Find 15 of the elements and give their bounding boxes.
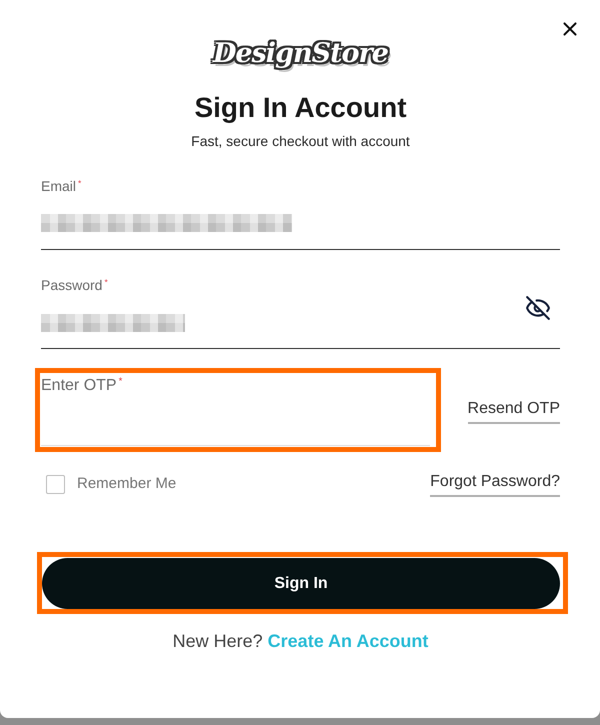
dialog-subtitle: Fast, secure checkout with account	[190, 132, 411, 151]
field-label: Enter OTP$^{*}$	[41, 376, 124, 396]
signup-prompt: New Here? Create An Account	[172, 630, 430, 653]
logo: DesignStore	[207, 30, 394, 78]
sign-in-button[interactable]: Sign In	[42, 558, 560, 609]
forgot-password-link[interactable]: Forgot Password?	[430, 472, 560, 497]
remember-checkbox[interactable]	[46, 474, 65, 494]
eye-off-icon	[525, 295, 551, 321]
dialog-title: Sign In Account	[193, 91, 408, 125]
resend-otp-link[interactable]: Resend OTP	[468, 399, 560, 424]
password-visibility-button[interactable]	[525, 295, 551, 321]
input-field[interactable]	[41, 295, 560, 349]
checkbox-label: Remember Me	[77, 474, 176, 494]
field-label: Email$^{*}$	[41, 176, 82, 196]
field-label: Password$^{*}$	[41, 276, 109, 295]
